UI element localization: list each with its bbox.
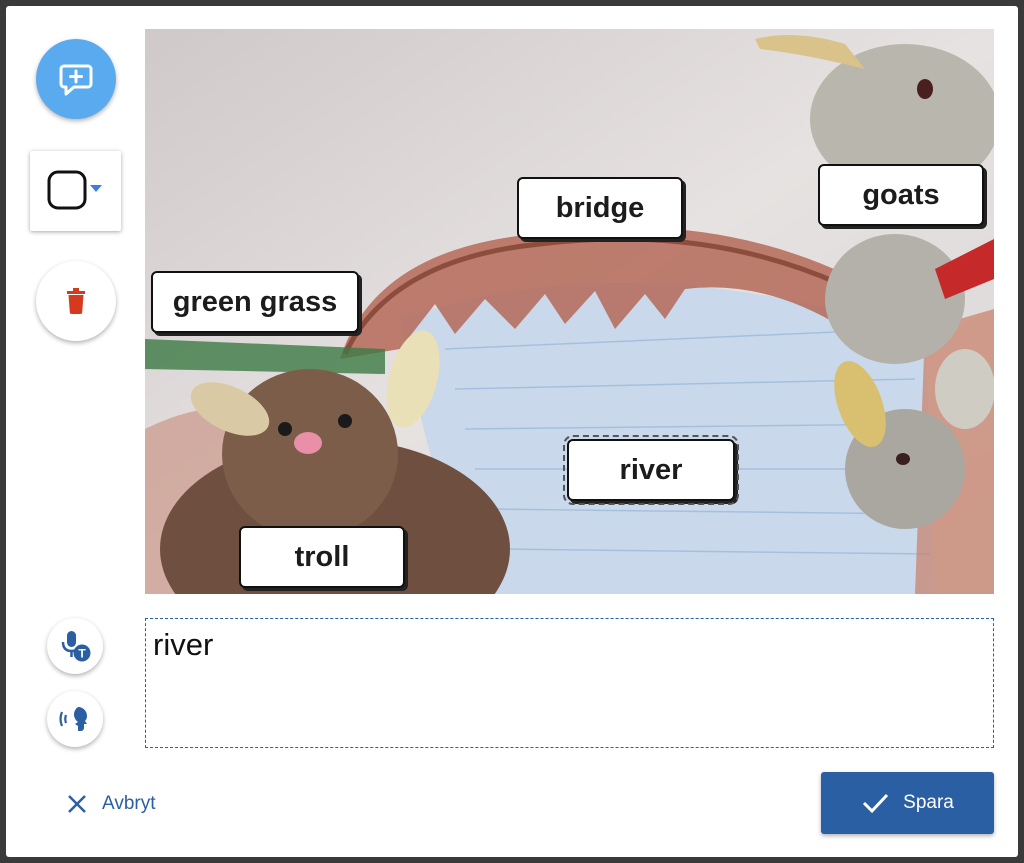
edit-dialog: green grass bridge goats river troll T r… [6, 6, 1018, 857]
cancel-button[interactable]: Avbryt [66, 789, 156, 819]
delete-label-button[interactable] [36, 261, 116, 341]
label-text-input[interactable]: river [145, 618, 994, 748]
svg-text:T: T [78, 647, 86, 661]
text-to-speech-button[interactable] [47, 691, 103, 747]
add-comment-icon [59, 64, 93, 96]
trash-icon [67, 288, 85, 314]
image-canvas[interactable]: green grass bridge goats river troll [145, 29, 994, 594]
label-goats[interactable]: goats [818, 164, 984, 226]
label-green-grass[interactable]: green grass [151, 271, 359, 333]
cancel-label: Avbryt [102, 793, 156, 814]
check-icon [863, 793, 889, 814]
label-river[interactable]: river [563, 435, 739, 505]
text-to-speech-icon [59, 707, 87, 731]
save-label: Spara [903, 792, 954, 813]
speech-to-text-icon: T [61, 631, 91, 662]
square-outline-icon [47, 170, 102, 210]
add-label-button[interactable] [36, 39, 116, 119]
label-troll[interactable]: troll [239, 526, 405, 588]
speech-to-text-button[interactable]: T [47, 618, 103, 674]
label-bridge[interactable]: bridge [517, 177, 683, 239]
shape-selector[interactable] [30, 151, 121, 231]
close-icon [68, 795, 86, 813]
save-button[interactable]: Spara [821, 772, 994, 834]
